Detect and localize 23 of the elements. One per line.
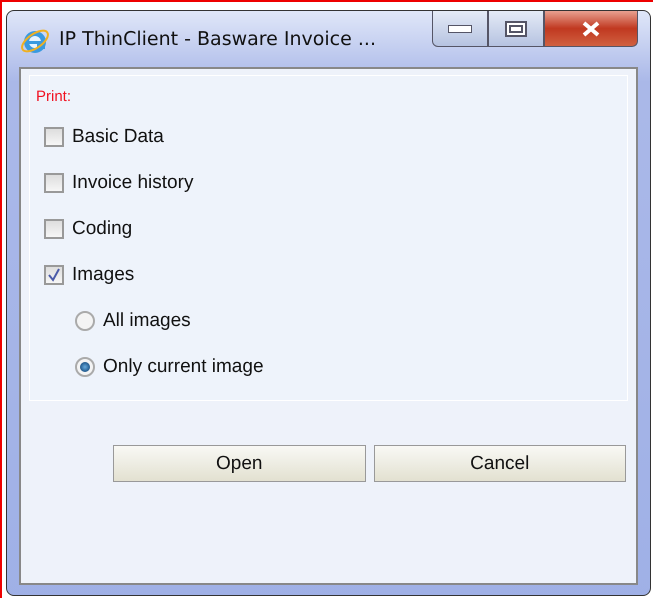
option-label: Images: [72, 264, 134, 286]
open-button[interactable]: Open: [113, 445, 366, 482]
window-title: IP ThinClient - Basware Invoice ...: [59, 28, 376, 50]
checkbox[interactable]: [44, 127, 64, 147]
checkbox[interactable]: [44, 265, 64, 285]
option-label: Invoice history: [72, 172, 194, 194]
option-label: Coding: [72, 218, 132, 240]
close-icon: [580, 20, 602, 36]
minimize-button[interactable]: [432, 11, 488, 47]
maximize-icon: [505, 20, 527, 36]
option-label: All images: [103, 310, 191, 332]
checkbox[interactable]: [44, 173, 64, 193]
maximize-button[interactable]: [488, 11, 544, 47]
option-label: Basic Data: [72, 126, 164, 148]
checkmark-icon: [46, 267, 62, 283]
cancel-button[interactable]: Cancel: [374, 445, 626, 482]
checkbox[interactable]: [44, 219, 64, 239]
close-button[interactable]: [544, 11, 638, 47]
minimize-icon: [448, 24, 472, 32]
option-label: Only current image: [103, 356, 264, 378]
radio-button[interactable]: [75, 311, 95, 331]
section-label: Print:: [36, 88, 72, 105]
radio-button[interactable]: [75, 357, 95, 377]
